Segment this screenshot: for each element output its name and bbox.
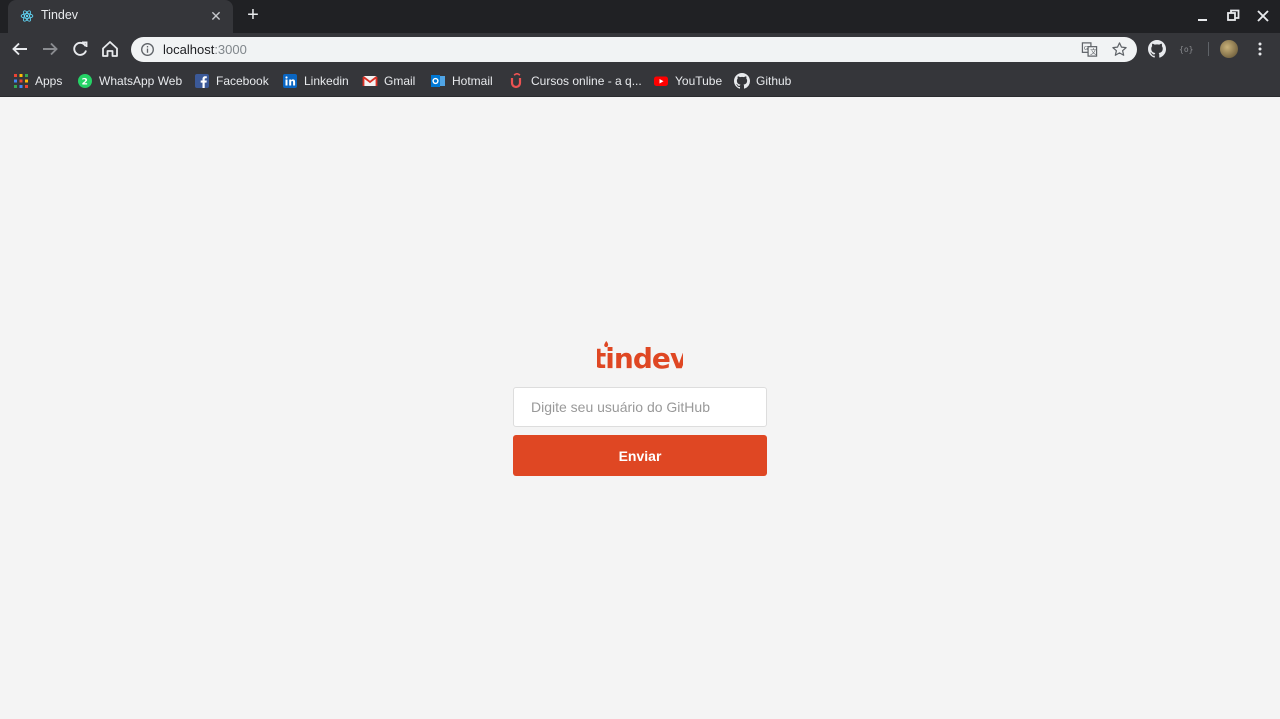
profile-avatar[interactable] [1220, 40, 1238, 58]
linkedin-icon [283, 74, 297, 88]
bookmark-label: Hotmail [452, 74, 493, 88]
github-username-input[interactable] [513, 387, 767, 427]
react-icon [20, 10, 34, 22]
svg-text:2: 2 [82, 78, 88, 88]
browser-titlebar: Tindev ✕ + [0, 0, 1280, 33]
bookmark-label: Facebook [216, 74, 269, 88]
toolbar-divider [1208, 42, 1209, 56]
bookmark-label: YouTube [675, 74, 723, 88]
facebook-icon [195, 74, 209, 88]
reload-icon[interactable] [69, 38, 91, 60]
bookmark-github[interactable]: Github [734, 72, 791, 90]
youtube-icon [654, 76, 668, 86]
svg-text:G: G [1084, 46, 1088, 52]
bookmark-label: Gmail [384, 74, 416, 88]
close-window-icon[interactable] [1253, 6, 1273, 26]
back-arrow-icon[interactable] [9, 38, 31, 60]
close-tab-icon[interactable]: ✕ [207, 7, 225, 25]
url-text[interactable]: localhost:3000 [163, 42, 247, 57]
browser-tab[interactable]: Tindev ✕ [8, 0, 233, 33]
github-extension-icon[interactable] [1148, 40, 1166, 58]
address-bar[interactable]: localhost:3000 文 G [131, 37, 1137, 62]
bookmark-youtube[interactable]: YouTube [653, 72, 722, 90]
translate-icon[interactable]: 文 G [1081, 41, 1098, 58]
bookmark-hotmail[interactable]: Hotmail [430, 72, 493, 90]
udemy-icon [510, 73, 522, 89]
apps-grid-icon [14, 74, 28, 88]
bookmark-whatsapp[interactable]: 2 WhatsApp Web [77, 72, 182, 90]
bookmark-label: Cursos online - a q... [531, 74, 642, 88]
bookmark-label: Github [756, 74, 792, 88]
gmail-icon [362, 76, 378, 86]
svg-text:文: 文 [1090, 47, 1097, 56]
bookmark-label: Linkedin [304, 74, 349, 88]
api-extension-icon[interactable]: {o} [1178, 40, 1196, 58]
svg-text:{o}: {o} [1179, 45, 1193, 54]
minimize-icon[interactable] [1193, 6, 1213, 26]
home-icon[interactable] [99, 38, 121, 60]
bookmark-label: WhatsApp Web [99, 74, 183, 88]
tab-title: Tindev [41, 8, 79, 22]
new-tab-button[interactable]: + [243, 5, 263, 25]
bookmark-udemy[interactable]: Cursos online - a q... [509, 72, 642, 90]
github-icon [734, 73, 750, 89]
bookmark-linkedin[interactable]: Linkedin [282, 72, 349, 90]
tindev-logo: tindev [597, 341, 683, 374]
bookmark-apps[interactable]: Apps [13, 72, 62, 90]
bookmark-gmail[interactable]: Gmail [362, 72, 415, 90]
bookmark-facebook[interactable]: Facebook [194, 72, 269, 90]
bookmark-label: Apps [35, 74, 63, 88]
submit-button[interactable]: Enviar [513, 435, 767, 476]
bookmarks-bar: Apps 2 WhatsApp Web Facebook Linkedin Gm… [0, 65, 1280, 97]
restore-icon[interactable] [1223, 6, 1243, 26]
browser-toolbar: localhost:3000 文 G {o} [0, 33, 1280, 65]
login-form: tindev Enviar [513, 340, 767, 476]
forward-arrow-icon[interactable] [39, 38, 61, 60]
kebab-menu-icon[interactable] [1251, 40, 1269, 58]
whatsapp-icon: 2 [78, 74, 92, 88]
svg-text:tindev: tindev [597, 342, 683, 374]
bookmark-star-icon[interactable] [1111, 41, 1128, 58]
info-icon[interactable] [140, 42, 155, 57]
outlook-icon [431, 75, 445, 87]
page-content: tindev Enviar [0, 97, 1280, 719]
